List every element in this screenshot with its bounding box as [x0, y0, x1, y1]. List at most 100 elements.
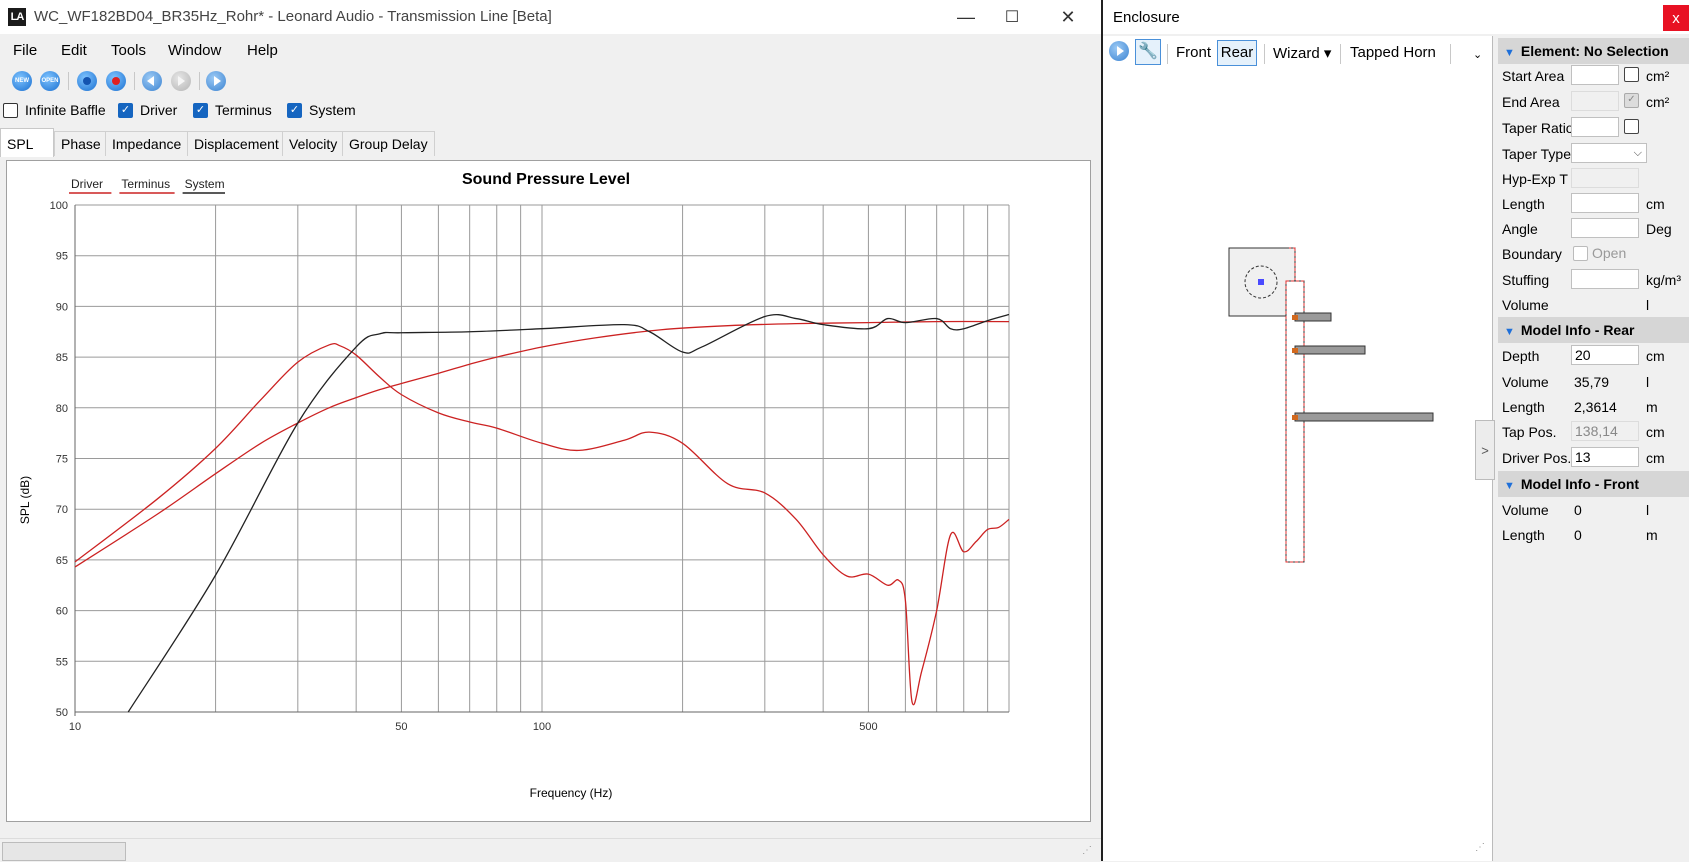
toolbar-separator	[1450, 44, 1451, 64]
stuffing-unit: kg/m³	[1646, 272, 1681, 288]
infinite-baffle-checkbox[interactable]: Infinite Baffle	[3, 102, 106, 118]
wrench-icon[interactable]: 🔧	[1135, 39, 1161, 65]
tap-element-2[interactable]	[1294, 345, 1366, 355]
step-back-icon[interactable]	[142, 71, 162, 91]
angle-unit: Deg	[1646, 221, 1672, 237]
menu-file[interactable]: File	[13, 42, 37, 59]
run-icon[interactable]	[1109, 41, 1129, 61]
menu-help[interactable]: Help	[247, 42, 278, 59]
stuffing-input[interactable]	[1571, 269, 1639, 289]
tap-element-3[interactable]	[1294, 412, 1434, 422]
length-label: Length	[1502, 196, 1545, 212]
spl-chart[interactable]: Sound Pressure Level Driver Terminus Syste…	[7, 161, 1090, 821]
spl-chart-panel[interactable]: Sound Pressure Level Driver Terminus Syste…	[6, 160, 1091, 822]
tab-group-delay[interactable]: Group Delay	[342, 131, 435, 156]
taper-ratio-checkbox[interactable]	[1624, 119, 1639, 134]
y-tick-label: 70	[56, 504, 68, 516]
length-input[interactable]	[1571, 193, 1639, 213]
toolbar-separator	[1167, 44, 1168, 64]
driver-pos-row: Driver Pos. 13 cm	[1498, 445, 1689, 471]
start-area-checkbox[interactable]	[1624, 67, 1639, 82]
volume-label: Volume	[1502, 297, 1549, 313]
rear-volume-unit: l	[1646, 374, 1650, 390]
taper-ratio-input[interactable]	[1571, 117, 1619, 137]
tap-marker-2	[1292, 348, 1298, 353]
close-button[interactable]: ✕	[1045, 0, 1091, 34]
taper-type-label: Taper Type	[1502, 146, 1572, 162]
record-blue-icon[interactable]	[77, 71, 97, 91]
enclosure-title: Enclosure	[1113, 9, 1180, 26]
depth-input[interactable]: 20	[1571, 345, 1639, 365]
tab-velocity[interactable]: Velocity	[282, 131, 345, 156]
collapse-panel-button[interactable]: >	[1475, 420, 1495, 480]
driver-pos-input[interactable]: 13	[1571, 447, 1639, 467]
terminus-checkbox[interactable]: ✓ Terminus	[193, 102, 272, 118]
stuffing-row: Stuffing kg/m³	[1498, 267, 1689, 293]
record-red-icon[interactable]	[106, 71, 126, 91]
minimize-button[interactable]: —	[943, 0, 989, 34]
play-icon[interactable]	[206, 71, 226, 91]
tab-spl[interactable]: SPL	[0, 128, 54, 157]
front-section-header[interactable]: ▼ Model Info - Front	[1498, 471, 1689, 497]
tapped-horn-button[interactable]: Tapped Horn	[1350, 44, 1436, 61]
y-tick-label: 65	[56, 555, 68, 567]
open-icon-label: OPEN	[41, 78, 59, 84]
tab-phase[interactable]: Phase	[54, 131, 108, 156]
front-view-button[interactable]: Front	[1176, 44, 1211, 61]
menu-edit[interactable]: Edit	[61, 42, 87, 59]
tab-impedance[interactable]: Impedance	[105, 131, 189, 156]
angle-input[interactable]	[1571, 218, 1639, 238]
collapse-triangle-icon: ▼	[1504, 480, 1515, 492]
front-length-label: Length	[1502, 527, 1545, 543]
tap-element-1[interactable]	[1294, 312, 1332, 322]
legend-entry-driver: Driver	[71, 177, 103, 191]
enclosure-drawing[interactable]	[1103, 36, 1492, 861]
new-icon-label: NEW	[15, 78, 29, 84]
open-icon[interactable]: OPEN	[40, 71, 60, 91]
resize-grip-icon[interactable]: ⋰	[1082, 845, 1092, 856]
terminus-label: Terminus	[215, 102, 272, 118]
axis-ticks: 1009590858075706560555010 50 100 500	[50, 200, 878, 733]
end-area-input	[1571, 91, 1619, 111]
start-area-input[interactable]	[1571, 65, 1619, 85]
end-area-checkbox: ✓	[1624, 93, 1639, 108]
menu-tools[interactable]: Tools	[111, 42, 146, 59]
rear-volume-row: Volume 35,79 l	[1498, 369, 1689, 395]
chevron-down-icon: ⌵	[1633, 147, 1642, 159]
front-length-value: 0	[1574, 527, 1582, 543]
legend-entry-system: System	[185, 177, 225, 191]
title-bar[interactable]: LA WC_WF182BD04_BR35Hz_Rohr* - Leonard A…	[0, 0, 1101, 34]
enclosure-close-button[interactable]: x	[1663, 5, 1689, 31]
driver-pos-unit: cm	[1646, 450, 1665, 466]
system-label: System	[309, 102, 356, 118]
start-area-label: Start Area	[1502, 68, 1565, 84]
wizard-dropdown[interactable]: Wizard ▾	[1273, 44, 1331, 62]
maximize-button[interactable]: ☐	[989, 0, 1035, 34]
new-icon[interactable]: NEW	[12, 71, 32, 91]
depth-label: Depth	[1502, 348, 1540, 364]
resize-grip-icon[interactable]: ⋰	[1475, 842, 1485, 853]
x-tick-label: 500	[859, 721, 877, 733]
rear-length-row: Length 2,3614 m	[1498, 394, 1689, 420]
taper-type-dropdown[interactable]: ⌵	[1571, 143, 1647, 163]
tab-displacement[interactable]: Displacement	[187, 131, 286, 156]
start-area-row: Start Area cm²	[1498, 63, 1689, 89]
toolbar: NEW OPEN	[0, 68, 1101, 94]
y-tick-label: 75	[56, 454, 68, 466]
properties-panel: ▼ Element: No Selection Start Area cm² En…	[1498, 36, 1689, 861]
depth-unit: cm	[1646, 348, 1665, 364]
enclosure-title-bar[interactable]: Enclosure x	[1103, 0, 1689, 34]
rear-section-header[interactable]: ▼ Model Info - Rear	[1498, 317, 1689, 343]
chart-tabs: SPL Phase Impedance Displacement Velocit…	[0, 128, 1101, 157]
rear-view-button[interactable]: Rear	[1217, 40, 1257, 66]
toolbar-overflow-icon[interactable]: ⌄	[1473, 48, 1482, 61]
series-line-system	[127, 313, 1010, 713]
chart-legend: Driver Terminus System	[69, 177, 225, 194]
element-section-header[interactable]: ▼ Element: No Selection	[1498, 38, 1689, 64]
enclosure-canvas[interactable]: 🔧 Front Rear Wizard ▾ Tapped Horn ⌄ > ⋰	[1103, 36, 1495, 861]
system-checkbox[interactable]: ✓ System	[287, 102, 356, 118]
menu-window[interactable]: Window	[168, 42, 221, 59]
driver-checkbox[interactable]: ✓ Driver	[118, 102, 177, 118]
volume-row: Volume l	[1498, 292, 1689, 318]
legend-entry-terminus: Terminus	[121, 177, 170, 191]
